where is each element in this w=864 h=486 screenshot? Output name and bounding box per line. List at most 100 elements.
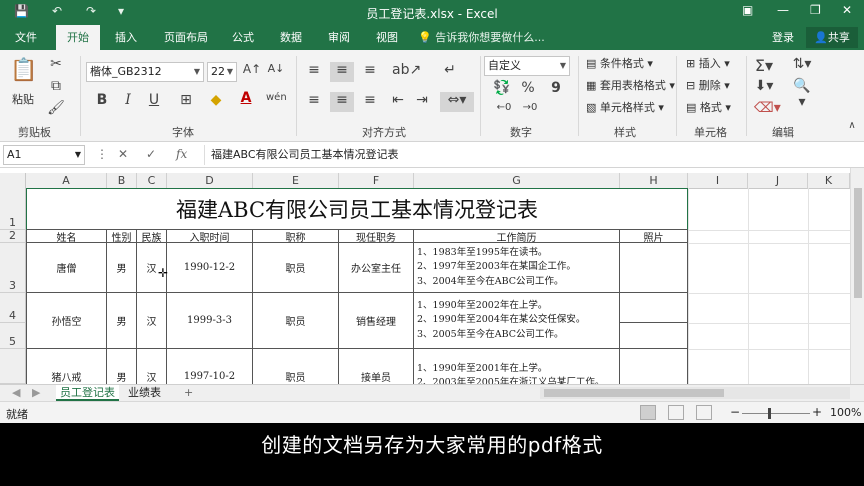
sort-filter-icon[interactable]: ⇅▾ — [792, 56, 812, 72]
horizontal-scrollbar[interactable] — [540, 387, 850, 399]
fill-color-icon[interactable]: ◆ — [206, 92, 226, 108]
normal-view-button[interactable] — [640, 405, 656, 420]
tab-insert[interactable]: 插入 — [106, 25, 146, 50]
tab-page-layout[interactable]: 页面布局 — [158, 25, 214, 50]
paste-icon[interactable]: 📋 — [10, 58, 37, 83]
close-icon[interactable]: ✕ — [842, 3, 852, 17]
percent-icon[interactable]: % — [518, 80, 538, 96]
font-color-icon[interactable]: A — [236, 90, 256, 106]
tab-data[interactable]: 数据 — [272, 25, 310, 50]
header-cell[interactable]: 性别 — [107, 230, 137, 244]
photo-cell[interactable] — [620, 293, 688, 323]
sheet-tab-performance[interactable]: 业绩表 — [124, 385, 165, 401]
record-cell-gender[interactable]: 男 — [107, 349, 137, 384]
record-cell-name[interactable]: 猪八戒 — [26, 349, 107, 384]
insert-cells-button[interactable]: ⊞ 插入 ▾ — [686, 56, 730, 72]
record-cell-resume[interactable]: 1、1983年至1995年在读书。 2、1997年至2003年在某国企工作。 3、2… — [414, 243, 620, 293]
align-middle-icon[interactable]: ≡ — [330, 62, 354, 82]
record-cell-title[interactable]: 职员 — [253, 293, 339, 349]
fill-icon[interactable]: ⬇▾ — [754, 78, 774, 94]
record-cell-resume[interactable]: 1、1990年至2002年在上学。 2、1990年至2004年在某公交任保安。 3、… — [414, 293, 620, 349]
next-sheet-icon[interactable]: ▶ — [28, 385, 44, 401]
title-cell[interactable]: 福建ABC有限公司员工基本情况登记表 — [26, 188, 688, 230]
italic-icon[interactable]: I — [118, 92, 138, 108]
record-cell-gender[interactable]: 男 — [107, 293, 137, 349]
copy-icon[interactable]: ⧉ — [46, 78, 66, 94]
record-cell-date[interactable]: 1990-12-2 — [167, 243, 253, 293]
zoom-slider[interactable] — [742, 413, 810, 414]
scroll-thumb[interactable] — [854, 188, 862, 298]
zoom-out-icon[interactable]: − — [730, 405, 740, 419]
conditional-format-button[interactable]: ▤ 条件格式 ▾ — [586, 56, 653, 72]
delete-cells-button[interactable]: ⊟ 删除 ▾ — [686, 78, 730, 94]
column-header-c[interactable]: C — [137, 173, 167, 189]
worksheet-grid[interactable]: ABCDEFGHIJK 12345 姓名 性别 民族 入职时间 职称 现任职务 工作简历 照片… — [0, 168, 864, 384]
row-header[interactable]: 5 — [0, 323, 26, 349]
align-right-icon[interactable]: ≡ — [360, 92, 380, 108]
page-break-view-button[interactable] — [696, 405, 712, 420]
record-cell-position[interactable]: 接单员 — [339, 349, 414, 384]
record-cell-title[interactable]: 职员 — [253, 243, 339, 293]
header-cell[interactable]: 现任职务 — [339, 230, 414, 244]
comma-style-icon[interactable]: 9 — [546, 80, 566, 96]
header-cell[interactable]: 姓名 — [26, 230, 107, 244]
record-cell-ethnic[interactable]: 汉 — [137, 293, 167, 349]
record-cell-title[interactable]: 职员 — [253, 349, 339, 384]
record-cell-resume[interactable]: 1、1990年至2001年在上学。 2、2003年至2005年在浙江义乌某厂工作。 — [414, 349, 620, 384]
scroll-thumb[interactable] — [544, 389, 724, 397]
cut-icon[interactable]: ✂ — [46, 56, 66, 72]
vertical-scrollbar[interactable] — [850, 168, 864, 384]
number-format-select[interactable]: 自定义 ▼ — [484, 56, 570, 76]
header-cell[interactable]: 工作简历 — [414, 230, 620, 244]
record-cell-position[interactable]: 销售经理 — [339, 293, 414, 349]
tell-me-box[interactable]: 💡 告诉我你想要做什么... — [418, 25, 545, 50]
wrap-text-icon[interactable]: ↵ — [440, 62, 460, 78]
minimize-icon[interactable]: — — [777, 3, 789, 17]
row-header[interactable]: 2 — [0, 230, 26, 243]
record-cell-position[interactable]: 办公室主任 — [339, 243, 414, 293]
photo-cell[interactable] — [620, 323, 688, 349]
zoom-level[interactable]: 100% — [830, 406, 861, 419]
format-cells-button[interactable]: ▤ 格式 ▾ — [686, 100, 731, 116]
add-sheet-button[interactable]: + — [180, 385, 197, 401]
currency-icon[interactable]: 💱 — [492, 80, 512, 96]
row-header[interactable]: 4 — [0, 293, 26, 323]
column-header-j[interactable]: J — [748, 173, 808, 189]
row-header[interactable]: 1 — [0, 188, 26, 230]
cancel-icon[interactable]: ✕ — [118, 147, 128, 161]
autosum-icon[interactable]: Σ▾ — [754, 56, 774, 75]
header-cell[interactable]: 民族 — [137, 230, 167, 244]
formula-input[interactable]: 福建ABC有限公司员工基本情况登记表 — [204, 145, 859, 165]
decrease-decimal-icon[interactable]: →0 — [520, 102, 540, 113]
column-header-g[interactable]: G — [414, 173, 620, 189]
column-header-k[interactable]: K — [808, 173, 850, 189]
border-icon[interactable]: ⊞ — [176, 92, 196, 108]
row-header[interactable] — [0, 349, 26, 384]
select-all-corner[interactable] — [0, 173, 26, 189]
align-bottom-icon[interactable]: ≡ — [360, 62, 380, 78]
photo-cell[interactable] — [620, 243, 688, 293]
record-cell-gender[interactable]: 男 — [107, 243, 137, 293]
prev-sheet-icon[interactable]: ◀ — [8, 385, 24, 401]
increase-decimal-icon[interactable]: ←0 — [494, 102, 514, 113]
record-cell-name[interactable]: 唐僧 — [26, 243, 107, 293]
photo-cell[interactable] — [620, 349, 688, 384]
login-button[interactable]: 登录 — [772, 25, 794, 50]
column-header-a[interactable]: A — [26, 173, 107, 189]
bold-icon[interactable]: B — [92, 92, 112, 108]
decrease-indent-icon[interactable]: ⇤ — [388, 92, 408, 108]
header-cell[interactable]: 照片 — [620, 230, 688, 244]
insert-function-icon[interactable]: fx — [176, 147, 187, 161]
column-header-h[interactable]: H — [620, 173, 688, 189]
align-center-icon[interactable]: ≡ — [330, 92, 354, 112]
increase-indent-icon[interactable]: ⇥ — [412, 92, 432, 108]
page-layout-view-button[interactable] — [668, 405, 684, 420]
phonetic-icon[interactable]: wén — [266, 92, 287, 103]
tab-view[interactable]: 视图 — [368, 25, 406, 50]
record-cell-name[interactable]: 孙悟空 — [26, 293, 107, 349]
font-name-select[interactable]: 楷体_GB2312 ▼ — [86, 62, 204, 82]
header-cell[interactable]: 职称 — [253, 230, 339, 244]
record-cell-ethnic[interactable]: 汉 — [137, 349, 167, 384]
record-cell-date[interactable]: 1999-3-3 — [167, 293, 253, 349]
confirm-icon[interactable]: ✓ — [146, 147, 156, 161]
